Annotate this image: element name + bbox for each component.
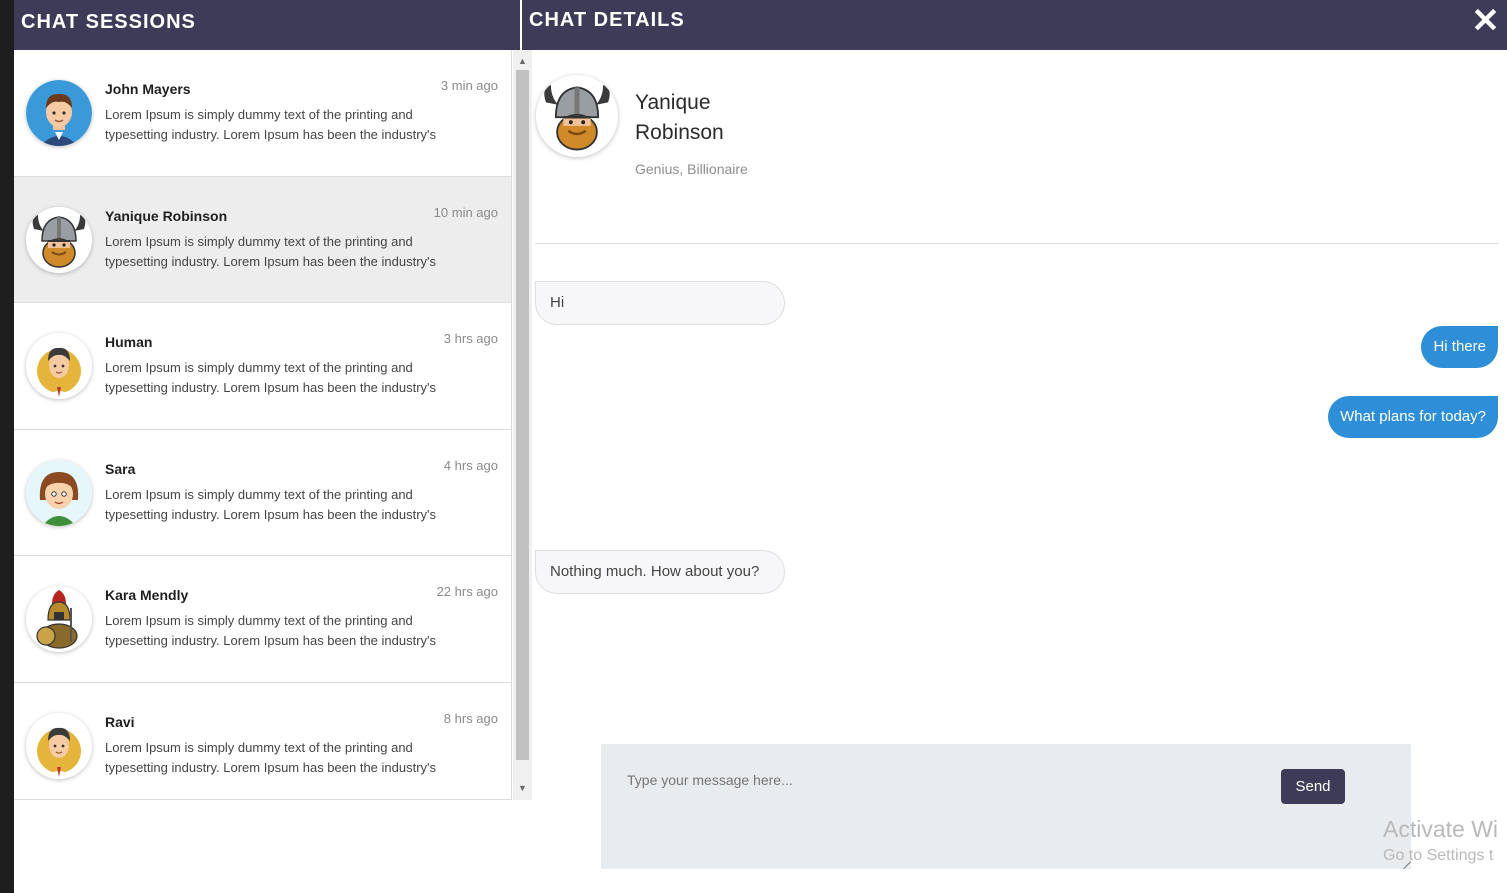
spartan-avatar bbox=[26, 586, 92, 652]
session-time: 22 hrs ago bbox=[436, 584, 498, 599]
message-input[interactable] bbox=[627, 772, 1227, 788]
session-preview: Lorem Ipsum is simply dummy text of the … bbox=[105, 233, 437, 269]
session-name: John Mayers bbox=[105, 81, 191, 97]
details-header: CHAT DETAILS ✕ bbox=[522, 0, 1507, 50]
divider bbox=[535, 243, 1499, 244]
session-time: 3 min ago bbox=[440, 78, 498, 93]
close-icon[interactable]: ✕ bbox=[1471, 4, 1501, 38]
session-name: Yanique Robinson bbox=[105, 207, 228, 224]
session-list: John Mayers 3 min ago Lorem Ipsum is sim… bbox=[14, 50, 512, 800]
chat-details-panel: CHAT DETAILS ✕ Yanique Robinson Genius, … bbox=[522, 0, 1507, 893]
man-blue-avatar bbox=[26, 80, 92, 146]
outgoing-message: Hi there bbox=[1421, 326, 1498, 368]
woman-avatar bbox=[26, 459, 92, 526]
session-preview: Lorem Ipsum is simply dummy text of the … bbox=[105, 107, 437, 142]
send-button[interactable]: Send bbox=[1281, 769, 1345, 804]
session-time: 8 hrs ago bbox=[443, 710, 498, 726]
incoming-message: Nothing much. How about you? bbox=[535, 550, 785, 594]
watermark-line2: Go to Settings t bbox=[1383, 847, 1494, 864]
outgoing-message: What plans for today? bbox=[1328, 396, 1498, 438]
session-preview: Lorem Ipsum is simply dummy text of the … bbox=[105, 739, 437, 775]
session-name: Sara bbox=[105, 460, 136, 477]
session-name: Human bbox=[105, 334, 153, 350]
session-preview: Lorem Ipsum is simply dummy text of the … bbox=[105, 360, 437, 395]
session-item[interactable]: Yanique Robinson 10 min ago Lorem Ipsum … bbox=[14, 176, 511, 303]
details-title: CHAT DETAILS bbox=[529, 9, 685, 31]
session-name: Kara Mendly bbox=[105, 587, 189, 603]
profile-role: Genius, Billionaire bbox=[635, 161, 748, 177]
session-item[interactable]: Sara 4 hrs ago Lorem Ipsum is simply dum… bbox=[14, 429, 511, 556]
session-preview: Lorem Ipsum is simply dummy text of the … bbox=[105, 486, 437, 522]
incoming-message: Hi bbox=[535, 281, 785, 325]
profile-name: Yanique Robinson bbox=[635, 91, 724, 144]
man-yellow-avatar bbox=[26, 712, 92, 779]
watermark-line1: Activate Wi bbox=[1383, 816, 1499, 842]
session-item[interactable]: Ravi 8 hrs ago Lorem Ipsum is simply dum… bbox=[14, 682, 511, 799]
sessions-title: CHAT SESSIONS bbox=[14, 0, 520, 50]
session-time: 3 hrs ago bbox=[443, 331, 498, 346]
background-strip bbox=[0, 0, 14, 893]
chat-sessions-panel: CHAT SESSIONS John Mayers 3 min ago Lore… bbox=[14, 0, 532, 893]
activation-watermark: Activate Wi Go to Settings t bbox=[1383, 816, 1498, 865]
viking-avatar bbox=[26, 206, 92, 273]
session-item[interactable]: Human 3 hrs ago Lorem Ipsum is simply du… bbox=[14, 303, 511, 430]
man-yellow-avatar bbox=[26, 333, 92, 399]
session-item[interactable]: Kara Mendly 22 hrs ago Lorem Ipsum is si… bbox=[14, 556, 511, 683]
session-preview: Lorem Ipsum is simply dummy text of the … bbox=[105, 613, 437, 648]
session-time: 10 min ago bbox=[433, 204, 498, 220]
message-composer: Send bbox=[601, 744, 1412, 870]
session-name: Ravi bbox=[105, 713, 135, 730]
session-item[interactable]: John Mayers 3 min ago Lorem Ipsum is sim… bbox=[14, 50, 511, 177]
viking-avatar bbox=[536, 75, 618, 157]
session-time: 4 hrs ago bbox=[443, 457, 498, 473]
